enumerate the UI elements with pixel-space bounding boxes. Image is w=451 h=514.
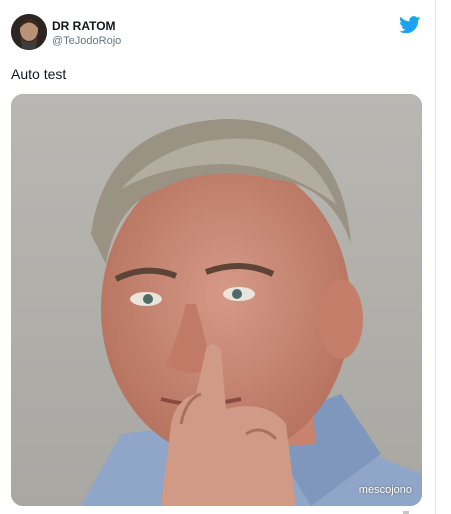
avatar[interactable] bbox=[11, 14, 47, 50]
tweet-card: DR RATOM @TeJodoRojo Auto test mescojono bbox=[0, 0, 436, 514]
avatar-image bbox=[11, 14, 47, 50]
tweet-header: DR RATOM @TeJodoRojo bbox=[11, 14, 431, 56]
twitter-bird-icon[interactable] bbox=[399, 16, 421, 34]
tweet-text: Auto test bbox=[11, 66, 67, 82]
media-watermark: mescojono bbox=[358, 484, 412, 496]
author-handle[interactable]: @TeJodoRojo bbox=[52, 35, 121, 47]
photo-man-finger-in-nose bbox=[11, 94, 422, 506]
author-name[interactable]: DR RATOM bbox=[52, 19, 116, 33]
tweet-media-image[interactable]: mescojono bbox=[11, 94, 422, 506]
